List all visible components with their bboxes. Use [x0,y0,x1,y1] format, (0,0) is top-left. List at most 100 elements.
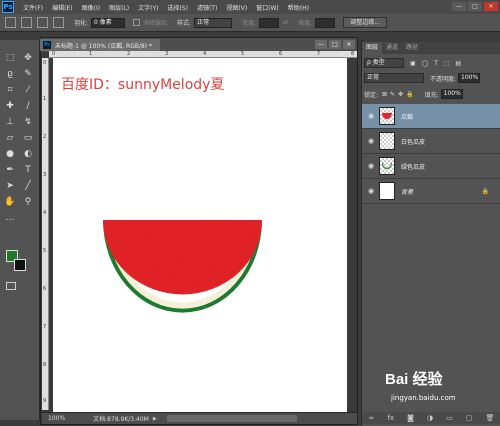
menu-window[interactable]: 窗口(W) [256,3,279,12]
path-select-icon[interactable]: ➤ [3,180,17,192]
layer-name: 瓜瓤 [401,113,414,121]
green-rind-thumb-icon [382,163,392,169]
filter-icons[interactable]: ▣ ◯ T ⬚ ▤ [410,60,463,67]
quick-select-icon[interactable]: ✎ [21,68,35,80]
marquee-icon[interactable]: ⬚ [3,52,17,64]
gradient-icon[interactable]: ▭ [21,132,35,144]
canvas[interactable]: 百度ID：sunnyMelody夏 [53,58,347,412]
add-selection-icon[interactable] [37,17,48,28]
swap-icon[interactable]: ⇄ [283,19,288,26]
healing-icon[interactable]: ✚ [3,100,17,112]
doc-maximize-button[interactable]: □ [329,40,341,49]
menu-file[interactable]: 文件(F) [23,3,43,12]
style-select[interactable]: 正常 [194,17,233,28]
menu-help[interactable]: 帮助(H) [288,3,309,12]
ruler-label: 6 [43,286,47,292]
eyedropper-icon[interactable]: ⁄ [21,84,35,96]
layer-kind-filter[interactable]: ρ 类型 [364,58,404,68]
feather-input[interactable]: 0 像素 [91,17,126,28]
eye-icon[interactable]: ◉ [366,137,376,145]
zoom-level[interactable]: 100% [48,415,65,422]
fill-input[interactable]: 100% [440,89,463,99]
ruler-label: 5 [43,248,47,254]
document-size: 文档:878.9K/3.40M [93,416,149,423]
lock-icons[interactable]: ⊠✎✥🔒 [382,91,417,98]
width-label: 宽度: [242,20,257,27]
minimize-button[interactable]: — [452,2,466,11]
dodge-icon[interactable]: ◐ [21,148,35,160]
eraser-icon[interactable]: ▱ [3,132,17,144]
lasso-icon[interactable]: ϱ [3,68,17,80]
doc-minimize-button[interactable]: — [315,40,327,49]
background-color-swatch[interactable] [14,259,26,271]
blur-icon[interactable]: ● [3,148,17,160]
opacity-input[interactable]: 100% [458,73,481,83]
more-tools-icon[interactable]: … [3,212,17,224]
brush-icon[interactable]: ∕ [21,100,35,112]
fill-label: 填充: [424,91,439,99]
watermark-url: jingyan.baidu.com [391,394,456,402]
maximize-button[interactable]: □ [468,2,482,11]
options-bar: 羽化: 0 像素 消除锯齿 样式: 正常 宽度: ⇄ 高度: 调整边缘... [0,14,500,32]
ruler-label: 7 [43,324,47,330]
zoom-icon[interactable]: ⚲ [21,196,35,208]
ruler-label: 2 [43,134,47,140]
menu-layer[interactable]: 图层(L) [109,3,129,12]
status-bar: 100% 文档:878.9K/3.40M ▶ [42,412,357,424]
document-tab[interactable]: Ps 未标题-1 @ 100% (瓜瓤, RGB/8) * [40,39,160,51]
new-selection-icon[interactable] [21,17,32,28]
ruler-label: 8 [43,362,47,368]
menu-type[interactable]: 文字(Y) [138,3,158,12]
tab-channels[interactable]: 通道 [382,42,402,54]
antialias-checkbox[interactable] [133,19,141,26]
height-input[interactable] [315,17,336,28]
menu-edit[interactable]: 编辑(E) [52,3,72,12]
stamp-icon[interactable]: ⊥ [3,116,17,128]
blend-mode-select[interactable]: 正常 [364,73,424,83]
status-menu-icon[interactable]: ▶ [153,416,157,422]
subtract-selection-icon[interactable] [53,17,64,28]
menu-filter[interactable]: 滤镜(T) [197,3,217,12]
marquee-tool-icon[interactable] [5,17,16,28]
crop-icon[interactable]: ⌗ [3,84,17,96]
tab-layers[interactable]: 图层 [362,42,383,54]
window-controls: — □ ✕ [452,2,498,11]
close-button[interactable]: ✕ [484,2,498,11]
quick-mask-icon[interactable] [6,282,16,290]
eye-icon[interactable]: ◉ [366,112,376,120]
ruler-label: 1 [89,51,93,57]
menu-select[interactable]: 选择(S) [167,3,188,12]
antialias-label: 消除锯齿 [143,20,168,27]
width-input[interactable] [259,17,280,28]
layer-name: 绿色瓜皮 [401,163,426,171]
type-icon[interactable]: T [21,164,35,176]
history-brush-icon[interactable]: ↯ [21,116,35,128]
layer-row[interactable]: ◉ 白色瓜皮 [362,129,500,154]
ruler-label: 0 [52,51,56,57]
menu-image[interactable]: 图像(I) [82,3,100,12]
layer-row[interactable]: ◉ 背景 🔒 [362,179,500,204]
link-layers-icon[interactable]: ∞ [369,414,375,422]
menu-view[interactable]: 视图(V) [226,3,247,12]
layer-name: 背景 [401,188,414,196]
doc-close-button[interactable]: ✕ [343,40,355,49]
ruler-label: 3 [165,51,169,57]
pen-icon[interactable]: ✒ [3,164,17,176]
horizontal-scrollbar[interactable] [166,415,297,422]
layer-row[interactable]: ◉ 瓜瓤 [362,104,500,129]
layer-row[interactable]: ◉ 绿色瓜皮 [362,154,500,179]
ruler-label: 3 [43,172,47,178]
lock-icon: 🔒 [481,187,489,195]
line-icon[interactable]: ╱ [21,180,35,192]
eye-icon[interactable]: ◉ [366,162,376,170]
eye-icon[interactable]: ◉ [366,187,376,195]
refine-edge-button[interactable]: 调整边缘... [343,17,388,28]
move-icon[interactable]: ✥ [21,52,35,64]
layer-thumbnail [379,107,395,125]
watermelon-illustration [103,220,262,313]
layer-thumbnail [379,157,395,175]
hand-icon[interactable]: ✋ [3,196,17,208]
tab-paths[interactable]: 路径 [402,42,422,54]
ruler-label: 4 [43,210,47,216]
ruler-label: 5 [241,51,245,57]
